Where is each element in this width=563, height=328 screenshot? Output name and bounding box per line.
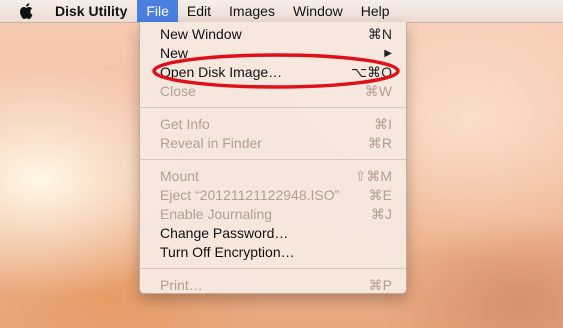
menu-item-shortcut: ⌘N: [367, 26, 392, 42]
menu-item-shortcut: ⌘E: [368, 187, 392, 203]
menu-separator: [140, 159, 406, 160]
menu-item-label: Reveal in Finder: [160, 135, 262, 151]
menu-item-label: Eject “20121121122948.ISO”: [160, 187, 340, 203]
menu-item-shortcut: ⌥⌘O: [350, 64, 392, 80]
menu-item-reveal-in-finder: Reveal in Finder ⌘R: [140, 134, 406, 153]
menu-images[interactable]: Images: [220, 0, 284, 22]
submenu-arrow-icon: ▶: [384, 48, 392, 59]
menu-item-open-disk-image[interactable]: Open Disk Image… ⌥⌘O: [140, 63, 406, 82]
menu-file[interactable]: File: [137, 0, 178, 22]
menu-item-shortcut: ⌘I: [374, 116, 392, 132]
menu-separator: [140, 107, 406, 108]
menu-window[interactable]: Window: [284, 0, 352, 22]
apple-logo-icon[interactable]: [19, 3, 33, 19]
menu-item-eject: Eject “20121121122948.ISO” ⌘E: [140, 186, 406, 205]
menu-item-label: New: [160, 45, 189, 61]
menu-item-shortcut: ⌘R: [367, 135, 392, 151]
menu-item-label: Get Info: [160, 116, 210, 132]
app-menu-disk-utility[interactable]: Disk Utility: [55, 0, 137, 22]
menu-item-turn-off-encryption[interactable]: Turn Off Encryption…: [140, 243, 406, 262]
menu-item-label: Print…: [160, 277, 203, 293]
menu-separator: [140, 268, 406, 269]
menu-item-close: Close ⌘W: [140, 82, 406, 101]
menu-item-mount: Mount ⇧⌘M: [140, 167, 406, 186]
menu-item-label: Mount: [160, 168, 199, 184]
menu-item-new-window[interactable]: New Window ⌘N: [140, 25, 406, 44]
menu-item-shortcut: ⌘J: [371, 206, 392, 222]
menu-item-label: Open Disk Image…: [160, 64, 283, 80]
menu-item-change-password[interactable]: Change Password…: [140, 224, 406, 243]
menu-edit[interactable]: Edit: [178, 0, 220, 22]
menu-item-label: New Window: [160, 26, 242, 42]
menu-item-label: Change Password…: [160, 225, 289, 241]
menu-item-get-info: Get Info ⌘I: [140, 115, 406, 134]
menu-item-label: Turn Off Encryption…: [160, 244, 295, 260]
menu-item-shortcut: ⇧⌘M: [354, 168, 392, 184]
menu-item-label: Close: [160, 83, 196, 99]
file-dropdown-menu: New Window ⌘N New ▶ Open Disk Image… ⌥⌘O…: [139, 22, 407, 294]
menu-item-shortcut: ⌘P: [368, 277, 392, 293]
menu-item-shortcut: ⌘W: [364, 83, 392, 99]
menu-item-new[interactable]: New ▶: [140, 44, 406, 63]
menu-help[interactable]: Help: [352, 0, 399, 22]
menu-item-enable-journaling: Enable Journaling ⌘J: [140, 205, 406, 224]
menu-bar: Disk Utility File Edit Images Window Hel…: [0, 0, 563, 23]
menu-item-print: Print… ⌘P: [140, 276, 406, 295]
menu-item-label: Enable Journaling: [160, 206, 273, 222]
